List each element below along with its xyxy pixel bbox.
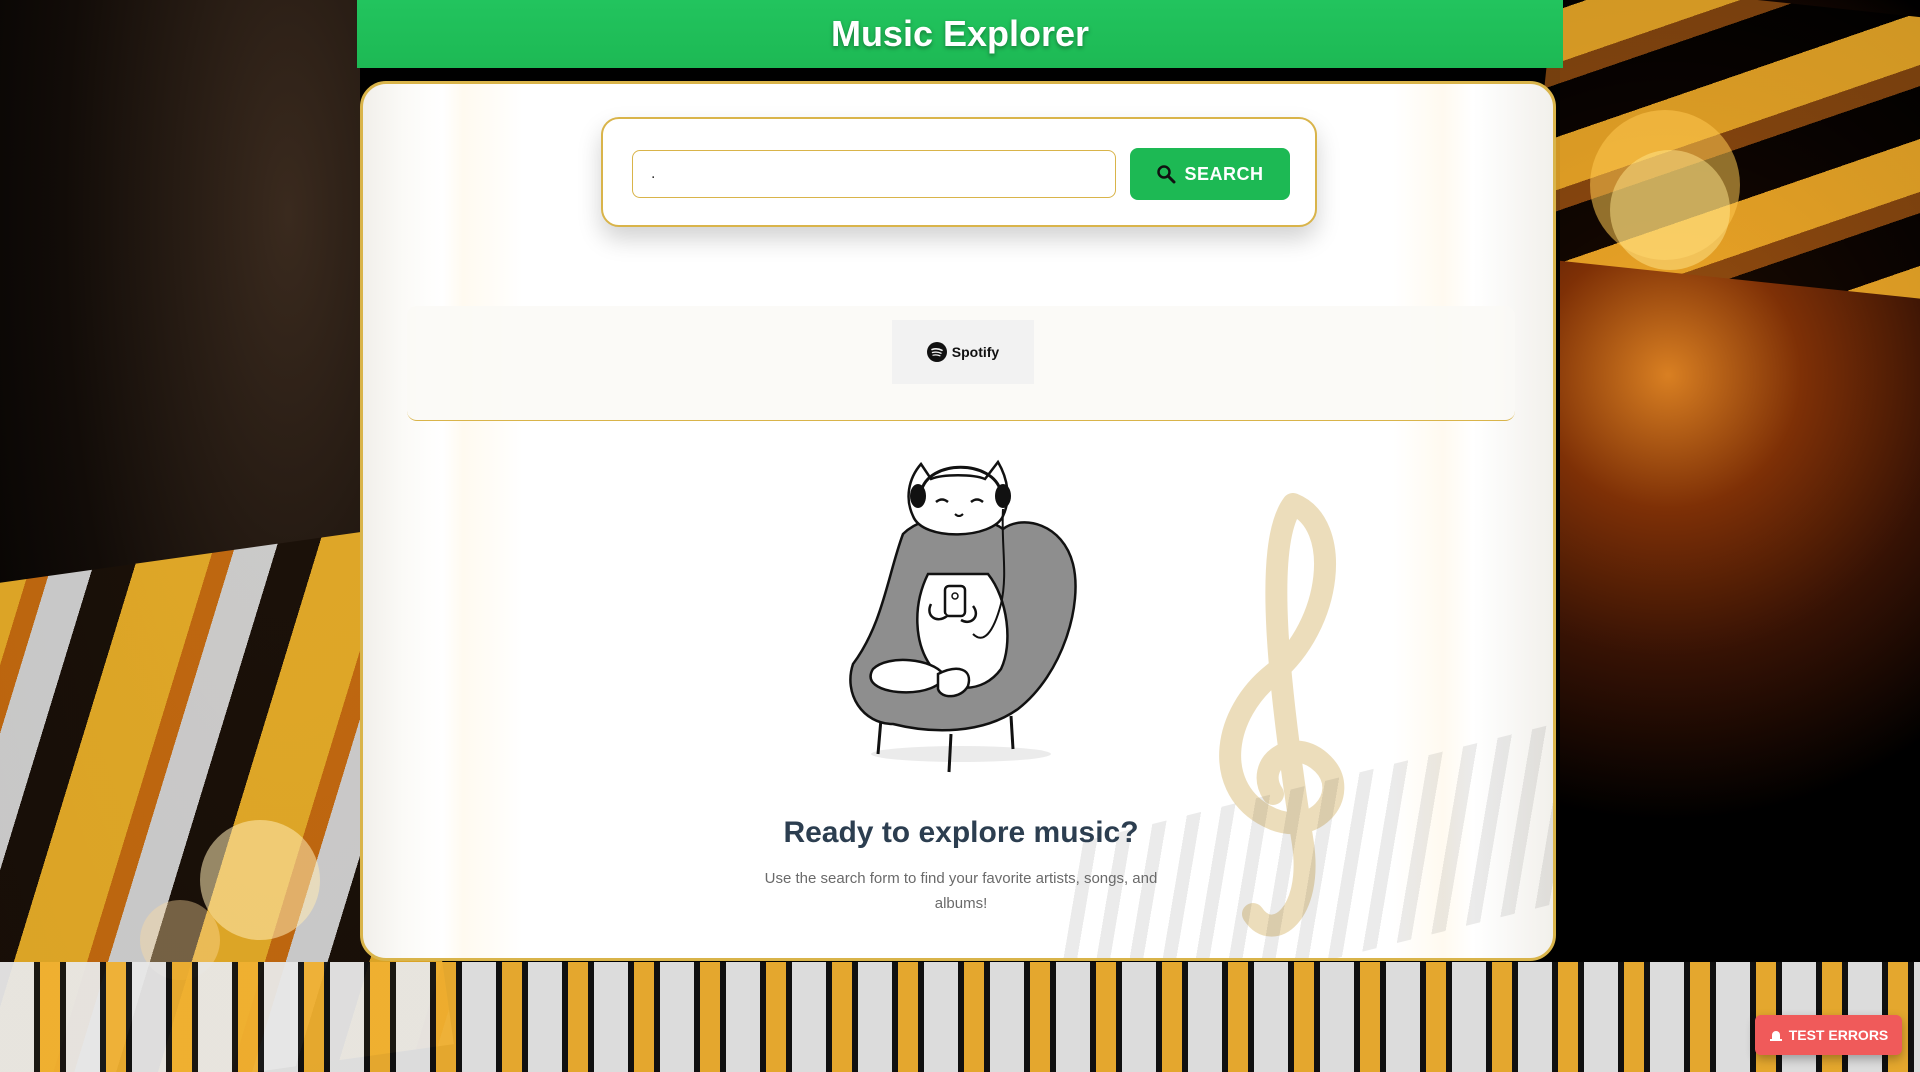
search-form: SEARCH bbox=[601, 117, 1317, 227]
search-button-label: SEARCH bbox=[1184, 163, 1264, 184]
provider-bar: Spotify bbox=[407, 306, 1515, 421]
test-errors-label: TEST ERRORS bbox=[1788, 1027, 1889, 1043]
empty-state-subtitle: Use the search form to find your favorit… bbox=[764, 870, 1158, 912]
search-input[interactable] bbox=[632, 150, 1116, 198]
empty-state-title: Ready to explore music? bbox=[783, 816, 1139, 849]
spotify-icon bbox=[926, 342, 947, 362]
spotify-logo: Spotify bbox=[892, 320, 1034, 384]
spotify-wordmark: Spotify bbox=[951, 344, 1000, 360]
piano-keyboard-strip bbox=[0, 962, 1920, 1072]
main-card: SEARCH Spotify bbox=[360, 81, 1556, 961]
app-header: Music Explorer bbox=[357, 0, 1563, 68]
bokeh-light bbox=[200, 820, 320, 940]
bokeh-light bbox=[1610, 150, 1730, 270]
siren-icon bbox=[1769, 1031, 1782, 1041]
search-icon bbox=[1157, 165, 1176, 184]
search-button[interactable]: SEARCH bbox=[1130, 148, 1290, 200]
test-errors-button[interactable]: TEST ERRORS bbox=[1755, 1015, 1902, 1055]
cat-listening-illustration bbox=[849, 459, 1077, 773]
app-title: Music Explorer bbox=[830, 13, 1090, 54]
